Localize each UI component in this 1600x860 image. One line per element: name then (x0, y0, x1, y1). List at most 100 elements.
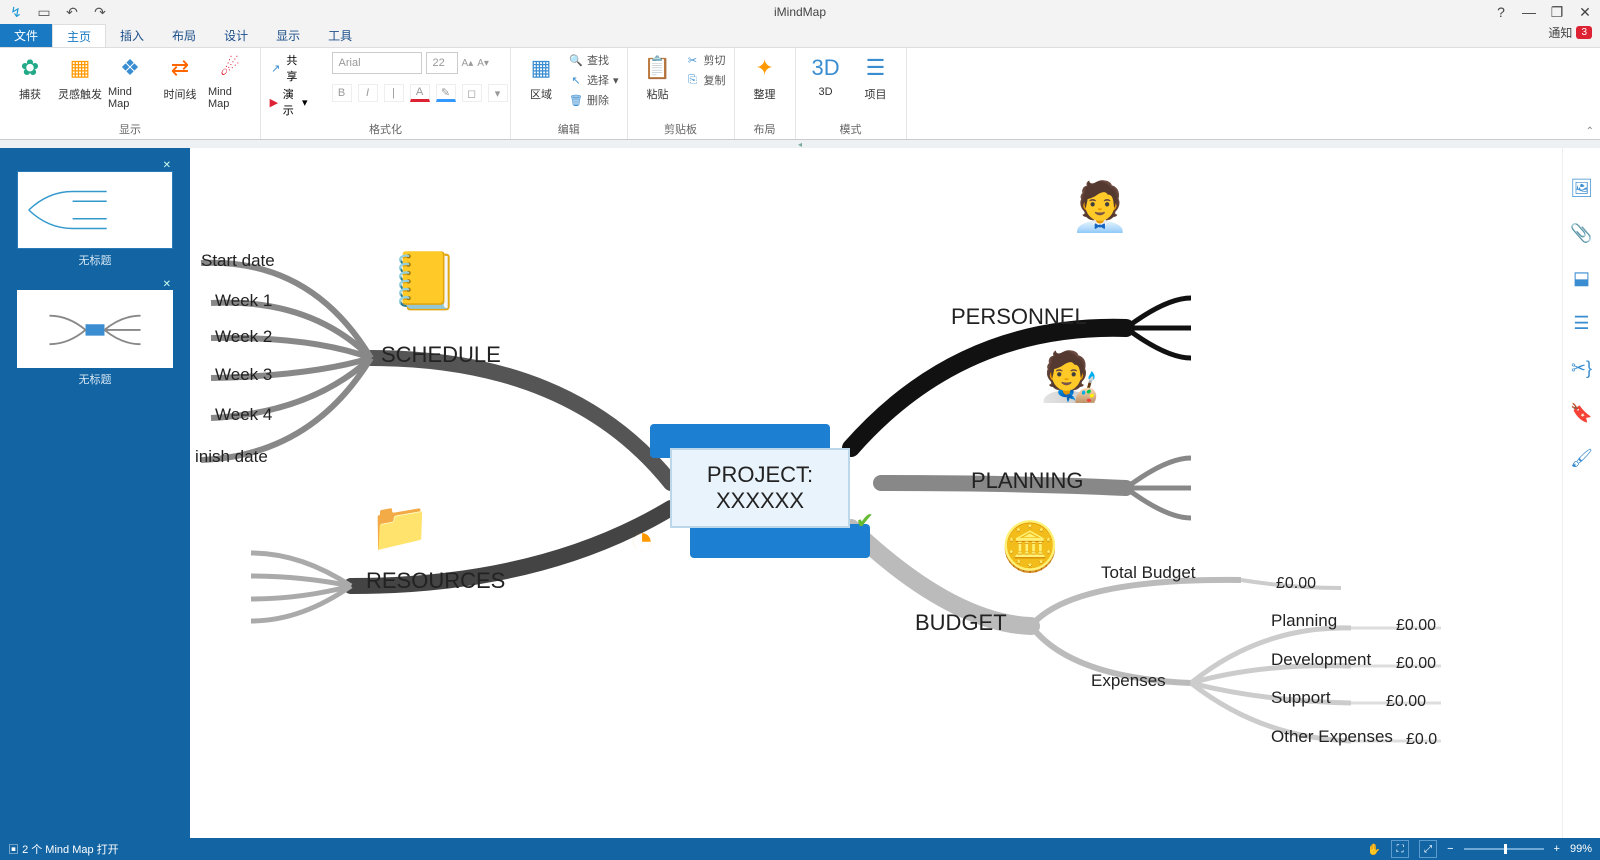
ribbon: ✿捕获 ▦灵感触发 ❖Mind Map ⇄时间线 ☄Mind Map 显示 ↗共… (0, 48, 1600, 140)
fullscreen-icon[interactable]: ⤢ (1419, 840, 1437, 858)
bubble-deco (690, 524, 870, 558)
leaf-development-exp[interactable]: Development (1271, 650, 1371, 669)
leaf-other-exp[interactable]: Other Expenses (1271, 727, 1393, 746)
undo-icon[interactable]: ↶ (62, 3, 82, 21)
node-budget[interactable]: BUDGET (915, 610, 1007, 635)
value-planning-exp[interactable]: £0.00 (1396, 617, 1436, 634)
inspire-button[interactable]: ▦灵感触发 (58, 52, 102, 119)
leaf-total-budget[interactable]: Total Budget (1101, 563, 1196, 582)
leaf-week4[interactable]: Week 4 (215, 405, 272, 424)
thumbnail-1[interactable]: ✕ 无标题 (17, 160, 173, 271)
leaf-start-date[interactable]: Start date (201, 251, 275, 270)
value-support-exp[interactable]: £0.00 (1386, 693, 1426, 710)
more-format-button[interactable]: ▾ (488, 84, 508, 102)
mindmap-button[interactable]: ❖Mind Map (108, 52, 152, 119)
tab-view[interactable]: 显示 (262, 24, 314, 47)
brush-tool-icon[interactable]: 🖌 (1570, 448, 1593, 469)
zoom-out-icon[interactable]: − (1447, 843, 1453, 855)
timeline-button[interactable]: ⇄时间线 (158, 52, 202, 119)
bold-button[interactable]: B (332, 84, 352, 102)
node-planning[interactable]: PLANNING (971, 468, 1083, 493)
leaf-finish-date[interactable]: inish date (195, 447, 268, 466)
zoom-slider[interactable] (1464, 848, 1544, 850)
fit-screen-icon[interactable]: ⛶ (1391, 840, 1409, 858)
paste-button[interactable]: 📋粘贴 (636, 52, 680, 119)
redo-icon[interactable]: ↷ (90, 3, 110, 21)
leaf-week2[interactable]: Week 2 (215, 327, 272, 346)
snippet-tool-icon[interactable]: ✂} (1571, 358, 1592, 379)
present-button[interactable]: ▶演示 ▾ (269, 86, 308, 118)
leaf-support-exp[interactable]: Support (1271, 688, 1331, 707)
italic-button[interactable]: I (358, 84, 378, 102)
font-decrease-icon[interactable]: A▾ (477, 58, 489, 69)
restore-icon[interactable]: ❐ (1548, 4, 1566, 21)
select-button[interactable]: ↖选择 ▾ (569, 72, 619, 88)
zoom-value[interactable]: 99% (1570, 843, 1592, 855)
leaf-week1[interactable]: Week 1 (215, 291, 272, 310)
shape-button[interactable]: ◻ (462, 84, 482, 102)
hand-tool-icon[interactable]: ✋ (1367, 843, 1381, 856)
region-icon: ▦ (525, 52, 557, 84)
font-increase-icon[interactable]: A▴ (462, 58, 474, 69)
region-button[interactable]: ▦区域 (519, 52, 563, 119)
delete-button[interactable]: 🗑删除 (569, 92, 619, 108)
mindmap2-button[interactable]: ☄Mind Map (208, 52, 252, 119)
cut-button[interactable]: ✂剪切 (686, 52, 726, 68)
tab-tools[interactable]: 工具 (314, 24, 366, 47)
project-button[interactable]: ☰项目 (854, 52, 898, 119)
tidy-button[interactable]: ✦整理 (743, 52, 787, 119)
thumb-close-icon[interactable]: ✕ (17, 279, 173, 290)
value-other-exp[interactable]: £0.0 (1406, 731, 1437, 748)
close-icon[interactable]: ✕ (1576, 4, 1594, 21)
tab-home[interactable]: 主页 (52, 24, 106, 47)
font-size[interactable]: 22 (426, 52, 458, 74)
3d-button[interactable]: 3D3D (804, 52, 848, 119)
font-color-button[interactable]: A (410, 84, 430, 102)
copy-button[interactable]: ⎘复制 (686, 72, 726, 88)
list-tool-icon[interactable]: ☰ (1573, 313, 1589, 334)
tab-file[interactable]: 文件 (0, 24, 52, 47)
zoom-in-icon[interactable]: + (1554, 843, 1560, 855)
value-total-budget[interactable]: £0.00 (1276, 575, 1316, 592)
app-logo-icon[interactable]: ↯ (6, 3, 26, 21)
central-idea[interactable]: PROJECT: XXXXXX ✔ (650, 424, 870, 554)
tag-tool-icon[interactable]: 🔖 (1570, 403, 1592, 424)
node-schedule[interactable]: SCHEDULE (381, 342, 501, 367)
panel-collapse-handle[interactable]: ◂ (0, 140, 1600, 148)
minimize-icon[interactable]: — (1520, 4, 1538, 21)
coins-icon: 🪙 (1000, 518, 1060, 575)
tab-design[interactable]: 设计 (210, 24, 262, 47)
image-tool-icon[interactable]: 🖼 (1570, 178, 1593, 199)
capture-button[interactable]: ✿捕获 (8, 52, 52, 119)
attachment-tool-icon[interactable]: 📎 (1570, 223, 1592, 244)
find-button[interactable]: 🔍查找 (569, 52, 619, 68)
help-icon[interactable]: ? (1492, 4, 1510, 21)
notifications[interactable]: 通知 3 (1548, 24, 1592, 41)
thumbnail-2[interactable]: ✕ 无标题 (17, 279, 173, 390)
tab-insert[interactable]: 插入 (106, 24, 158, 47)
font-selector[interactable]: Arial (332, 52, 422, 74)
group-display: ✿捕获 ▦灵感触发 ❖Mind Map ⇄时间线 ☄Mind Map 显示 (0, 48, 261, 139)
new-icon[interactable]: ▭ (34, 3, 54, 21)
share-button[interactable]: ↗共享 (269, 52, 308, 84)
cursor-icon: ↖ (569, 73, 583, 87)
node-resources[interactable]: RESOURCES (366, 568, 505, 593)
node-personnel[interactable]: PERSONNEL (951, 304, 1087, 329)
ribbon-collapse-icon[interactable]: ⌃ (1586, 126, 1594, 137)
thumb-label: 无标题 (17, 368, 173, 390)
project-icon: ☰ (860, 52, 892, 84)
highlight-button[interactable]: ✎ (436, 84, 456, 102)
canvas[interactable]: SCHEDULE Start date Week 1 Week 2 Week 3… (190, 148, 1562, 838)
sep: | (384, 84, 404, 102)
tab-layout[interactable]: 布局 (158, 24, 210, 47)
leaf-planning-exp[interactable]: Planning (1271, 611, 1337, 630)
leaf-week3[interactable]: Week 3 (215, 365, 272, 384)
checkmark-icon: ✔ (856, 508, 874, 534)
value-development-exp[interactable]: £0.00 (1396, 655, 1436, 672)
right-tool-strip: 🖼 📎 ⬓ ☰ ✂} 🔖 🖌 (1562, 148, 1600, 838)
thumb-close-icon[interactable]: ✕ (17, 160, 173, 171)
group-layout: ✦整理 布局 (735, 48, 796, 139)
status-left[interactable]: ▣ 2 个 Mind Map 打开 (8, 841, 119, 857)
leaf-expenses[interactable]: Expenses (1091, 671, 1166, 690)
flowchart-tool-icon[interactable]: ⬓ (1573, 268, 1590, 289)
